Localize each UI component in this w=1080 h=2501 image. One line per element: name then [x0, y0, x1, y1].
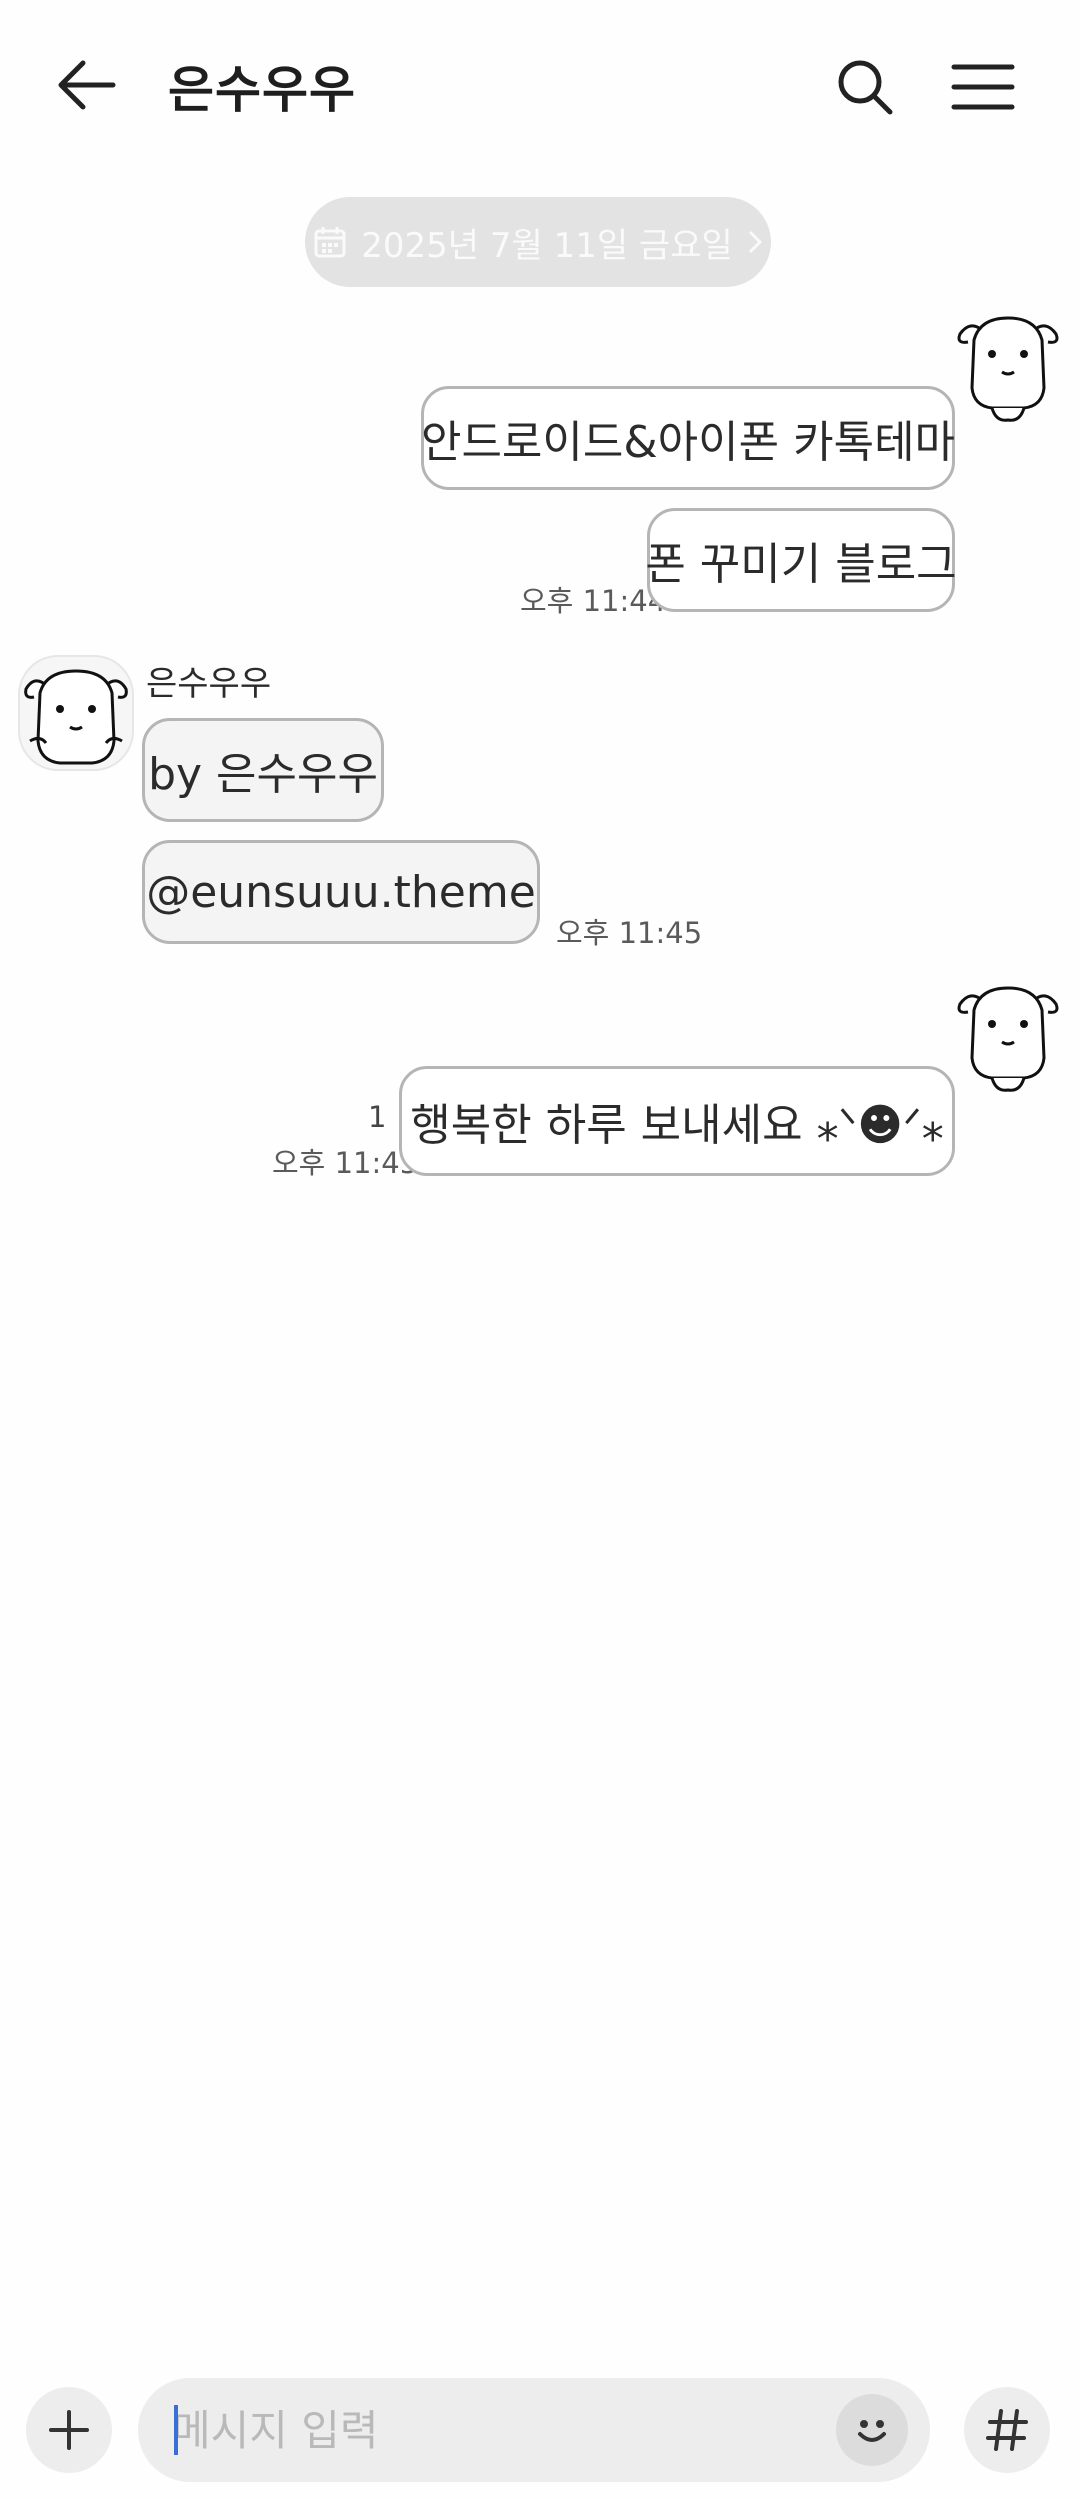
chevron-right-icon [748, 230, 762, 254]
sender-name: 은수우우 [146, 664, 272, 704]
calendar-icon [314, 227, 346, 258]
search-icon [838, 60, 893, 115]
message-bubble-incoming[interactable]: @eunsuuu.theme [142, 840, 540, 944]
message-bubble-incoming[interactable]: by 은수우우 [142, 718, 384, 822]
plus-icon [49, 2410, 89, 2450]
message-bubble-outgoing[interactable]: 행복한 하루 보내세요 ⁎ᐠ☻ᐟ⁎ [399, 1066, 955, 1176]
search-button[interactable] [822, 44, 908, 130]
chat-title: 은수우우 [168, 61, 356, 119]
message-text: 행복한 하루 보내세요 ⁎ᐠ☻ᐟ⁎ [410, 1100, 944, 1151]
message-bubble-outgoing[interactable]: 폰 꾸미기 블로그 [645, 508, 957, 612]
message-time: 오후 11:45 [272, 1146, 419, 1180]
message-input-container[interactable] [138, 2378, 930, 2482]
arrow-left-icon [58, 60, 116, 110]
my-profile-character [952, 980, 1064, 1100]
message-bubble-outgoing[interactable]: 안드로이드&아이폰 카톡테마 [421, 386, 955, 490]
smiley-icon [858, 2420, 886, 2442]
puppy-character-icon [24, 669, 128, 765]
hash-icon [986, 2409, 1028, 2451]
text-cursor [174, 2405, 178, 2455]
hamburger-menu-icon [951, 64, 1015, 110]
puppy-character-icon [957, 316, 1059, 422]
message-text: 안드로이드&아이폰 카톡테마 [420, 417, 956, 468]
message-input[interactable] [172, 2378, 812, 2482]
attach-button[interactable] [26, 2387, 112, 2473]
avatar[interactable] [18, 655, 134, 771]
message-text: by 은수우우 [148, 749, 378, 800]
date-label: 2025년 7월 11일 금요일 [361, 225, 733, 266]
hashtag-button[interactable] [964, 2387, 1050, 2473]
my-profile-character [952, 310, 1064, 430]
emoji-button[interactable] [836, 2394, 908, 2466]
puppy-character-icon [957, 986, 1059, 1092]
menu-button[interactable] [940, 44, 1026, 130]
message-text: @eunsuuu.theme [146, 866, 536, 918]
unread-count: 1 [368, 1100, 387, 1134]
back-button[interactable] [40, 40, 130, 130]
message-time: 오후 11:44 [520, 584, 667, 618]
message-text: 폰 꾸미기 블로그 [645, 539, 957, 590]
message-time: 오후 11:45 [556, 916, 703, 950]
date-divider[interactable]: 2025년 7월 11일 금요일 [305, 197, 771, 287]
